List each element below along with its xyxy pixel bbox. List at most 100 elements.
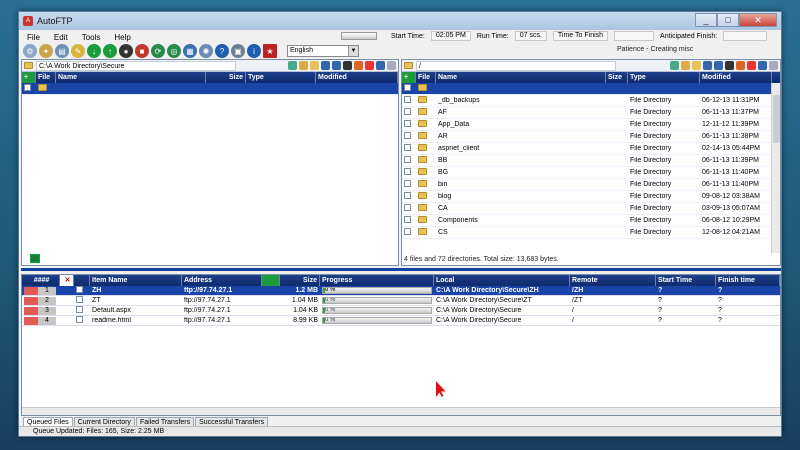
row-checkbox[interactable]	[404, 228, 411, 235]
row-checkbox[interactable]	[404, 84, 411, 91]
title-bar[interactable]: A AutoFTP _ □ ✕	[19, 12, 781, 30]
properties-icon[interactable]	[769, 61, 778, 70]
menu-tools[interactable]: Tools	[82, 33, 101, 42]
local-path-input[interactable]: C:\A Work Directory\Secure	[36, 60, 236, 71]
row-checkbox[interactable]	[76, 316, 83, 323]
wand-icon[interactable]: ✦	[39, 44, 53, 58]
chevron-down-icon[interactable]: ▼	[348, 46, 358, 56]
properties-icon[interactable]	[387, 61, 396, 70]
col-file[interactable]: File	[416, 72, 436, 83]
list-item[interactable]: CS File Directory 12-08-12 04:21AM	[402, 227, 780, 239]
col-type[interactable]: Type	[246, 72, 316, 83]
remote-path-input[interactable]: /	[416, 60, 616, 71]
col-type[interactable]: Type	[628, 72, 700, 83]
col-finish-time[interactable]: Finish time	[716, 275, 780, 286]
scroll-thumb[interactable]	[773, 95, 780, 143]
row-checkbox[interactable]	[404, 180, 411, 187]
menu-edit[interactable]: Edit	[54, 33, 68, 42]
col-size[interactable]: Size	[606, 72, 628, 83]
globe-sync-icon[interactable]: ◎	[167, 44, 181, 58]
col-number[interactable]: ####	[22, 275, 60, 286]
traffic-light-icon[interactable]: ●	[119, 44, 133, 58]
stop-icon[interactable]: ■	[135, 44, 149, 58]
col-local[interactable]: Local	[434, 275, 570, 286]
pencil-icon[interactable]: ✎	[71, 44, 85, 58]
delete-icon[interactable]	[747, 61, 756, 70]
new-folder-icon[interactable]	[310, 61, 319, 70]
menu-file[interactable]: File	[27, 33, 40, 42]
list-item[interactable]: App_Data File Directory 12-11-12 11:39PM	[402, 119, 780, 131]
refresh-icon[interactable]	[670, 61, 679, 70]
list-item[interactable]: Components File Directory 06-08-12 10:29PM	[402, 215, 780, 227]
row-checkbox[interactable]	[404, 216, 411, 223]
minimize-button[interactable]: _	[695, 13, 717, 27]
remove-all-icon[interactable]: ✕	[60, 275, 74, 286]
new-file-icon[interactable]: ▤	[55, 44, 69, 58]
table-row[interactable]: 4 readme.html ftp://97.74.27.1 8.99 KB 0 % C:…	[22, 316, 780, 326]
sync-icon[interactable]: ⟳	[151, 44, 165, 58]
upload-icon[interactable]: ↑	[103, 44, 117, 58]
menu-help[interactable]: Help	[114, 33, 130, 42]
list-item[interactable]: AF File Directory 06-11-13 11:37PM	[402, 107, 780, 119]
table-row[interactable]: 2 ZT ftp://97.74.27.1 1.04 MB 0 % C:\A Work D…	[22, 296, 780, 306]
rename-icon[interactable]	[354, 61, 363, 70]
language-select[interactable]: English ▼	[287, 45, 359, 57]
row-checkbox[interactable]	[404, 168, 411, 175]
row-checkbox[interactable]	[404, 132, 411, 139]
col-file[interactable]: File	[36, 72, 56, 83]
edit-icon[interactable]	[376, 61, 385, 70]
list-item[interactable]: CA File Directory 03-09-13 05:07AM	[402, 203, 780, 215]
col-address[interactable]: Address	[182, 275, 262, 286]
list-item[interactable]: aspnet_client File Directory 02-14-13 05:4…	[402, 143, 780, 155]
connect-icon[interactable]: ⚙	[23, 44, 37, 58]
queue-scrollbar[interactable]	[22, 407, 780, 415]
download-icon[interactable]: ↓	[87, 44, 101, 58]
row-checkbox[interactable]	[404, 96, 411, 103]
help-icon[interactable]: ?	[215, 44, 229, 58]
col-name[interactable]: Name	[56, 72, 206, 83]
up-folder-icon[interactable]	[299, 61, 308, 70]
grid-icon[interactable]: ▦	[183, 44, 197, 58]
row-checkbox[interactable]	[76, 296, 83, 303]
view-icon[interactable]	[714, 61, 723, 70]
new-folder-icon[interactable]	[692, 61, 701, 70]
view-icon[interactable]	[332, 61, 341, 70]
col-size[interactable]: Size	[280, 275, 320, 286]
filter-icon[interactable]	[725, 61, 734, 70]
list-item[interactable]: blog File Directory 09-08-12 03:38AM	[402, 191, 780, 203]
row-checkbox[interactable]	[404, 156, 411, 163]
col-name[interactable]: Name	[436, 72, 606, 83]
close-button[interactable]: ✕	[739, 13, 777, 27]
up-folder-icon[interactable]	[681, 61, 690, 70]
col-progress[interactable]: Progress	[320, 275, 434, 286]
refresh-icon[interactable]	[288, 61, 297, 70]
copy-icon[interactable]	[703, 61, 712, 70]
table-row[interactable]: 3 Default.aspx ftp://97.74.27.1 1.04 KB 0 % C…	[22, 306, 780, 316]
rename-icon[interactable]	[736, 61, 745, 70]
row-checkbox[interactable]	[24, 84, 31, 91]
filter-icon[interactable]	[343, 61, 352, 70]
delete-icon[interactable]	[365, 61, 374, 70]
edit-icon[interactable]	[758, 61, 767, 70]
list-item[interactable]: _db_backups File Directory 06-12-13 11:31P…	[402, 95, 780, 107]
row-checkbox[interactable]	[404, 120, 411, 127]
col-modified[interactable]: Modified	[316, 72, 398, 83]
row-checkbox[interactable]	[76, 286, 83, 293]
maximize-button[interactable]: □	[717, 13, 739, 27]
col-item-name[interactable]: Item Name	[90, 275, 182, 286]
list-item[interactable]: BB File Directory 06-11-13 11:39PM	[402, 155, 780, 167]
col-start-time[interactable]: Start Time	[656, 275, 716, 286]
pane-divider[interactable]	[21, 268, 781, 271]
col-modified[interactable]: Modified	[700, 72, 772, 83]
list-item[interactable]: AR File Directory 06-11-13 11:38PM	[402, 131, 780, 143]
remote-scrollbar[interactable]	[771, 83, 780, 253]
list-item[interactable]	[22, 83, 398, 95]
table-row[interactable]: 1 ZH ftp://97.74.27.1 1.2 MB 0 % C:\A Work Di…	[22, 286, 780, 296]
col-remote[interactable]: Remote	[570, 275, 656, 286]
select-all-icon[interactable]: +	[402, 72, 416, 83]
info-icon[interactable]: i	[247, 44, 261, 58]
row-checkbox[interactable]	[404, 144, 411, 151]
row-checkbox[interactable]	[404, 192, 411, 199]
row-checkbox[interactable]	[404, 204, 411, 211]
row-checkbox[interactable]	[404, 108, 411, 115]
